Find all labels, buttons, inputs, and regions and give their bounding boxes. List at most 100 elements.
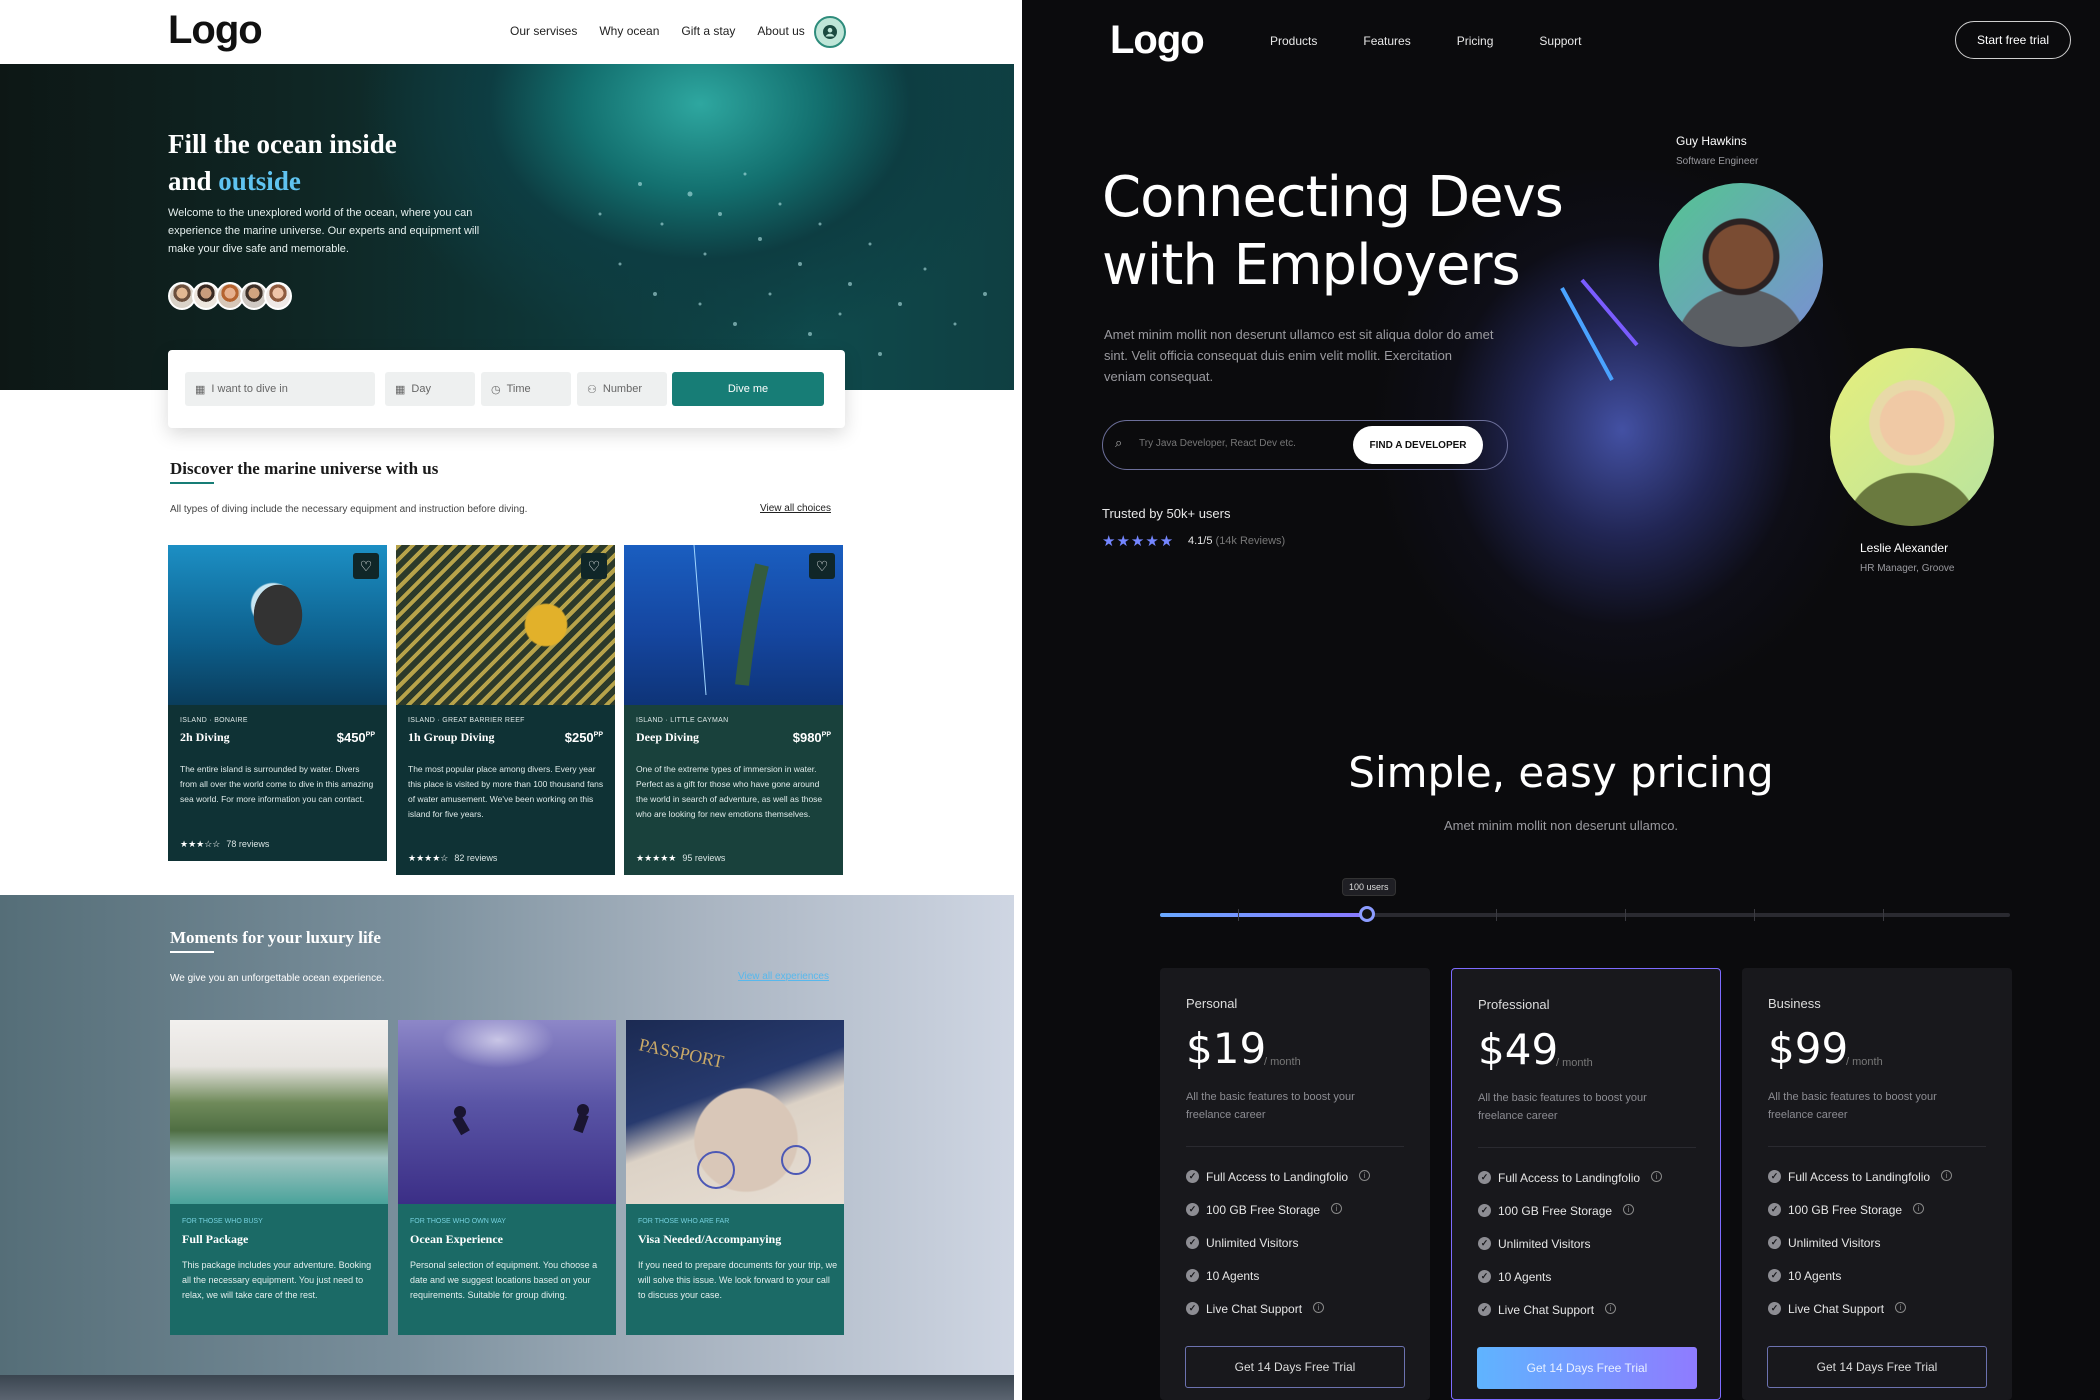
card-description: The most popular place among divers. Eve… xyxy=(408,764,604,819)
plan-description: All the basic features to boost your fre… xyxy=(1478,1092,1647,1122)
plan-divider xyxy=(1186,1146,1404,1147)
info-icon[interactable]: i xyxy=(1651,1171,1663,1182)
slider-thumb[interactable] xyxy=(1358,906,1375,922)
experience-card[interactable]: PASSPORT FOR THOSE WHO ARE FAR Visa Need… xyxy=(626,1020,844,1335)
info-icon[interactable]: i xyxy=(1895,1302,1907,1313)
dive-location-field[interactable]: ▦ I want to dive in xyxy=(185,372,375,406)
nav-gift-a-stay[interactable]: Gift a stay xyxy=(681,24,735,38)
feature-label: Unlimited Visitors xyxy=(1206,1236,1299,1250)
discover-title: Discover the marine universe with us xyxy=(170,459,439,478)
plan-price: $49 xyxy=(1478,1025,1559,1074)
card-title: Ocean Experience xyxy=(410,1232,503,1246)
feature-item: ✓ 10 Agents xyxy=(1768,1269,1952,1302)
divers-silhouettes xyxy=(452,1104,589,1136)
number-field[interactable]: ⚇ Number xyxy=(577,372,667,406)
check-icon: ✓ xyxy=(1186,1170,1199,1183)
card-description: The entire island is surrounded by water… xyxy=(180,764,374,804)
time-field[interactable]: ◷ Time xyxy=(481,372,571,406)
rating-stars: ★★★★☆ xyxy=(408,853,449,863)
card-reviews: 78 reviews xyxy=(226,839,270,849)
feature-item: ✓ Full Access to Landingfolio i xyxy=(1478,1171,1663,1204)
pricing-subtitle: Amet minim mollit non deserunt ullamco. xyxy=(1443,818,1679,833)
plan-description: All the basic features to boost your fre… xyxy=(1186,1091,1355,1121)
nav-our-services[interactable]: Our servises xyxy=(510,24,577,38)
card-price: $450PP xyxy=(337,730,375,745)
card-title: Deep Diving xyxy=(636,730,699,744)
card-title: Visa Needed/Accompanying xyxy=(638,1232,782,1246)
person-role: Software Engineer xyxy=(1676,156,1759,167)
free-trial-button[interactable]: Get 14 Days Free Trial xyxy=(1185,1346,1405,1388)
title-underline xyxy=(170,482,214,484)
hero-description: Welcome to the unexplored world of the o… xyxy=(168,207,480,255)
dive-card[interactable]: ♡ ISLAND · LITTLE CAYMAN Deep Diving $98… xyxy=(624,545,843,875)
dive-me-button[interactable]: Dive me xyxy=(672,372,824,406)
check-icon: ✓ xyxy=(1478,1237,1491,1250)
card-price: $980PP xyxy=(793,730,831,745)
feature-label: Full Access to Landingfolio xyxy=(1498,1171,1641,1185)
favorite-heart-icon[interactable]: ♡ xyxy=(581,553,607,579)
passport-stamps: PASSPORT xyxy=(637,1034,811,1189)
experience-card[interactable]: FOR THOSE WHO BUSY Full Package This pac… xyxy=(170,1020,388,1335)
free-trial-button[interactable]: Get 14 Days Free Trial xyxy=(1477,1347,1697,1389)
hero-title-highlight: outside xyxy=(218,166,301,196)
favorite-heart-icon[interactable]: ♡ xyxy=(809,553,835,579)
dive-card[interactable]: ♡ ISLAND · BONAIRE 2h Diving $450PP The … xyxy=(168,545,387,861)
info-icon[interactable]: i xyxy=(1313,1302,1325,1313)
free-trial-button[interactable]: Get 14 Days Free Trial xyxy=(1767,1346,1987,1388)
card-tag: ISLAND · GREAT BARRIER REEF xyxy=(408,717,525,724)
dive-search-form: ▦ I want to dive in ▦ Day ◷ Time ⚇ Number Di… xyxy=(168,350,845,428)
info-icon[interactable]: i xyxy=(1913,1203,1925,1214)
feature-item: ✓ Unlimited Visitors xyxy=(1186,1236,1370,1269)
card-title: 1h Group Diving xyxy=(408,730,495,744)
plan-period: / month xyxy=(1264,1056,1301,1068)
users-slider[interactable] xyxy=(1160,906,2010,922)
feature-item: ✓ 100 GB Free Storage i xyxy=(1768,1203,1952,1236)
card-description: One of the extreme types of immersion in… xyxy=(636,764,823,819)
feature-list: ✓ Full Access to Landingfolio i ✓ 100 GB Fre… xyxy=(1186,1170,1371,1335)
info-icon[interactable]: i xyxy=(1941,1170,1953,1181)
top-navbar: Logo Our servises Why ocean Gift a stay … xyxy=(0,0,1014,64)
pricing-card-personal: Personal $19/ month All the basic features… xyxy=(1160,968,1430,1400)
feature-item: ✓ Unlimited Visitors xyxy=(1768,1236,1952,1269)
view-all-experiences-link[interactable]: View all experiences xyxy=(738,971,829,982)
feature-item: ✓ 100 GB Free Storage i xyxy=(1478,1204,1662,1237)
plan-price: $19 xyxy=(1186,1024,1267,1073)
info-icon[interactable]: i xyxy=(1623,1204,1635,1215)
card-tag: ISLAND · BONAIRE xyxy=(180,717,248,724)
feature-label: Full Access to Landingfolio xyxy=(1206,1170,1349,1184)
hero-title-line1: Fill the ocean inside xyxy=(168,129,397,159)
person-name: Leslie Alexander xyxy=(1860,541,1949,555)
card-rating: ★★★☆☆ 78 reviews xyxy=(180,839,269,850)
user-avatar-button[interactable] xyxy=(814,16,846,48)
feature-item: ✓ 10 Agents xyxy=(1186,1269,1370,1302)
hero-title-line2: and outside xyxy=(168,163,397,200)
slider-tick xyxy=(1754,909,1755,921)
info-icon[interactable]: i xyxy=(1331,1203,1343,1214)
feature-label: Live Chat Support xyxy=(1498,1303,1595,1317)
favorite-heart-icon[interactable]: ♡ xyxy=(353,553,379,579)
feature-list: ✓ Full Access to Landingfolio i ✓ 100 GB Fre… xyxy=(1768,1170,1953,1335)
card-tag: FOR THOSE WHO OWN WAY xyxy=(410,1218,506,1225)
plan-period: / month xyxy=(1556,1057,1593,1069)
view-all-choices-link[interactable]: View all choices xyxy=(760,503,831,514)
nav-about-us[interactable]: About us xyxy=(757,24,804,38)
panel-divider xyxy=(1014,0,1022,1400)
plan-divider xyxy=(1768,1146,1986,1147)
dive-card[interactable]: ♡ ISLAND · GREAT BARRIER REEF 1h Group D… xyxy=(396,545,615,875)
info-icon[interactable]: i xyxy=(1605,1303,1617,1314)
day-field[interactable]: ▦ Day xyxy=(385,372,475,406)
feature-label: Live Chat Support xyxy=(1206,1302,1303,1316)
check-icon: ✓ xyxy=(1186,1203,1199,1216)
nav-why-ocean[interactable]: Why ocean xyxy=(599,24,659,38)
person-name: Guy Hawkins xyxy=(1676,134,1747,148)
card-price-value: $450 xyxy=(336,730,366,745)
plan-name: Business xyxy=(1768,996,1821,1011)
feature-item: ✓ Live Chat Support i xyxy=(1478,1303,1662,1336)
pricing-card-business: Business $99/ month All the basic features… xyxy=(1742,968,2012,1400)
logo[interactable]: Logo xyxy=(168,8,263,53)
experience-card[interactable]: FOR THOSE WHO OWN WAY Ocean Experience P… xyxy=(398,1020,616,1335)
feature-item: ✓ Live Chat Support i xyxy=(1768,1302,1952,1335)
plan-name: Personal xyxy=(1186,996,1238,1011)
info-icon[interactable]: i xyxy=(1359,1170,1371,1181)
underwater-divers-photo xyxy=(398,1020,616,1204)
